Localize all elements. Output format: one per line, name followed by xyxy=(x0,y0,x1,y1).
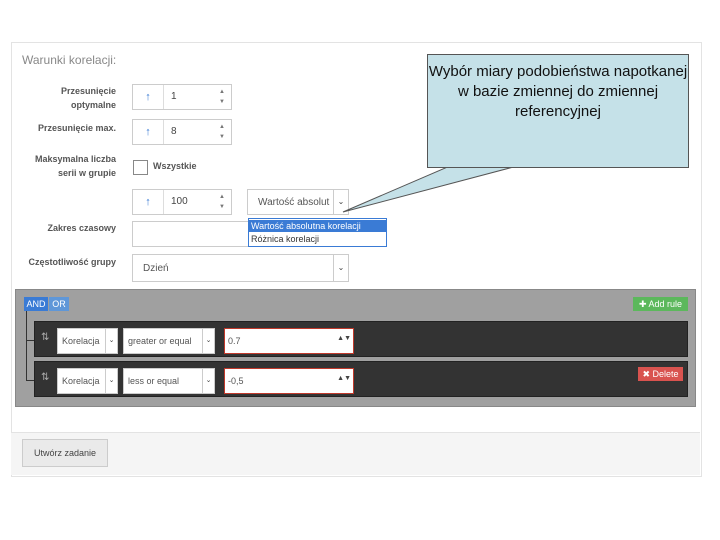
callout-annotation: Wybór miary podobieństwa napotkanej w ba… xyxy=(427,54,689,168)
